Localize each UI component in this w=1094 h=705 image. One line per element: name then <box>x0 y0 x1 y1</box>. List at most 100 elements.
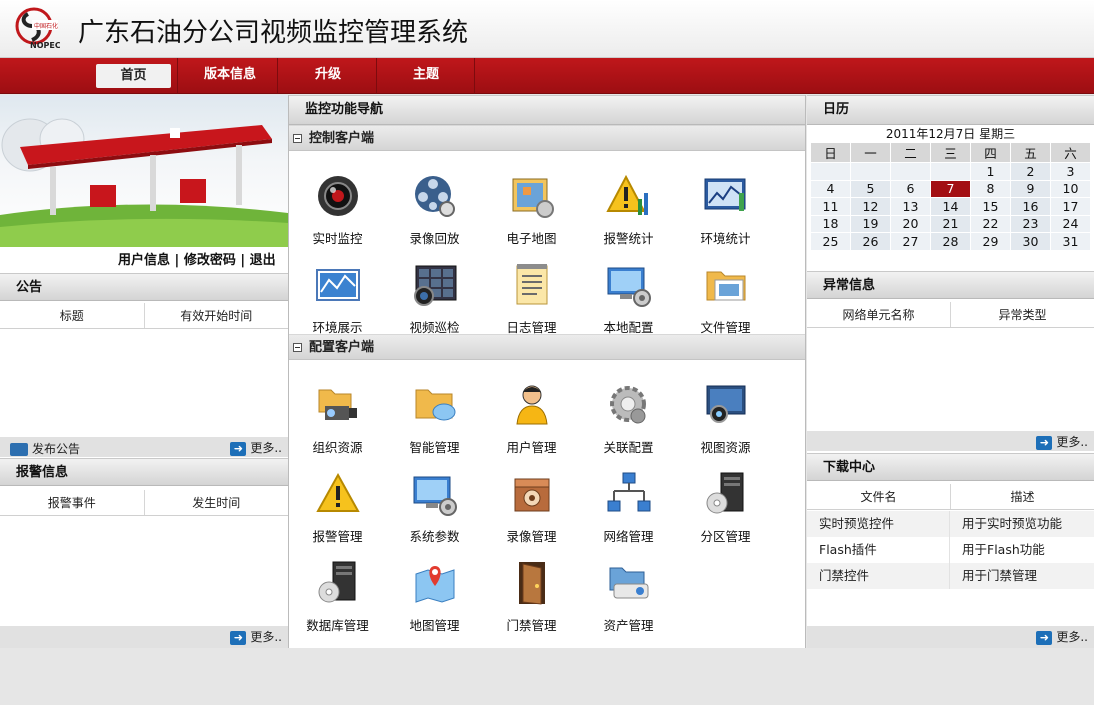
tile-env-stats[interactable]: 环境统计 <box>677 167 774 251</box>
calendar-grid: 日一二三四五六 1 2 3 4 5 6 7 8 9 10 11 12 13 14 15 16 17 18 19 20 2… <box>810 142 1091 251</box>
calendar-day[interactable]: 20 <box>890 214 931 233</box>
alarm-more-link[interactable]: ➜ 更多.. <box>230 628 282 645</box>
nav-version-info[interactable]: 版本信息 <box>183 58 278 94</box>
logout-link[interactable]: 退出 <box>250 253 276 268</box>
col-abnormal-type[interactable]: 异常类型 <box>951 302 1094 327</box>
col-occur-time[interactable]: 发生时间 <box>145 490 289 515</box>
weekday-header: 五 <box>1010 142 1051 163</box>
alarm-footer: ➜ 更多.. <box>0 626 288 648</box>
col-network-unit[interactable]: 网络单元名称 <box>807 302 951 327</box>
collapse-icon[interactable] <box>293 134 302 143</box>
tile-link-config[interactable]: 关联配置 <box>580 376 677 460</box>
collapse-icon[interactable] <box>293 343 302 352</box>
calendar-day[interactable]: 24 <box>1050 214 1091 233</box>
calendar-day[interactable]: 1 <box>970 162 1011 181</box>
tile-network-management[interactable]: 网络管理 <box>580 465 677 549</box>
calendar-day[interactable]: 19 <box>850 214 891 233</box>
calendar-day[interactable]: 8 <box>970 179 1011 198</box>
download-file-desc: 用于实时预览功能 <box>962 516 1063 531</box>
calendar-day[interactable]: 30 <box>1010 232 1051 251</box>
tile-system-params[interactable]: 系统参数 <box>386 465 483 549</box>
download-file-name[interactable]: 门禁控件 <box>807 563 950 589</box>
calendar-day[interactable]: 6 <box>890 179 931 198</box>
col-file-name[interactable]: 文件名 <box>807 484 951 509</box>
download-more-link[interactable]: ➜ 更多.. <box>1036 628 1088 645</box>
col-description[interactable]: 描述 <box>951 484 1094 509</box>
calendar-day[interactable]: 13 <box>890 197 931 216</box>
download-file-name[interactable]: Flash插件 <box>807 537 950 563</box>
calendar-day[interactable]: 18 <box>810 214 851 233</box>
calendar-day[interactable]: 23 <box>1010 214 1051 233</box>
tile-smart-management[interactable]: 智能管理 <box>386 376 483 460</box>
monitor-gear-icon <box>413 476 457 516</box>
calendar-day[interactable]: 16 <box>1010 197 1051 216</box>
calendar-day[interactable]: 11 <box>810 197 851 216</box>
film-box-icon <box>514 478 550 512</box>
calendar-today[interactable]: 7 <box>930 179 971 198</box>
notice-more-link[interactable]: ➜ 更多.. <box>230 439 282 456</box>
calendar-day[interactable]: 21 <box>930 214 971 233</box>
tile-org-resources[interactable]: 组织资源 <box>289 376 386 460</box>
calendar-day[interactable]: 25 <box>810 232 851 251</box>
tile-live-monitor[interactable]: 实时监控 <box>289 167 386 251</box>
calendar-day[interactable]: 4 <box>810 179 851 198</box>
weekday-header: 二 <box>890 142 931 163</box>
nav-home[interactable]: 首页 <box>90 58 178 94</box>
calendar-day[interactable]: 9 <box>1010 179 1051 198</box>
nav-upgrade[interactable]: 升级 <box>280 58 377 94</box>
calendar-day[interactable]: 28 <box>930 232 971 251</box>
col-start-time[interactable]: 有效开始时间 <box>145 303 289 328</box>
publish-notice-button[interactable]: 发布公告 <box>10 440 80 457</box>
nav-theme[interactable]: 主题 <box>378 58 475 94</box>
tile-database-management[interactable]: 数据库管理 <box>289 554 386 638</box>
download-file-name[interactable]: 实时预览控件 <box>807 511 950 537</box>
tile-file-management[interactable]: 文件管理 <box>677 256 774 340</box>
calendar-day[interactable]: 29 <box>970 232 1011 251</box>
control-client-section[interactable]: 控制客户端 <box>289 125 805 151</box>
calendar-day[interactable]: 12 <box>850 197 891 216</box>
calendar-day[interactable]: 14 <box>930 197 971 216</box>
download-row[interactable]: Flash插件 用于Flash功能 <box>807 537 1094 563</box>
publish-icon <box>10 443 28 456</box>
tile-alarm-management[interactable]: 报警管理 <box>289 465 386 549</box>
tile-playback[interactable]: 录像回放 <box>386 167 483 251</box>
tile-local-config[interactable]: 本地配置 <box>580 256 677 340</box>
tile-partition-management[interactable]: 分区管理 <box>677 465 774 549</box>
config-client-section[interactable]: 配置客户端 <box>289 334 805 360</box>
tile-alarm-stats[interactable]: 报警统计 <box>580 167 677 251</box>
tile-e-map[interactable]: 电子地图 <box>483 167 580 251</box>
calendar-day[interactable]: 3 <box>1050 162 1091 181</box>
tile-map-management[interactable]: 地图管理 <box>386 554 483 638</box>
calendar-day[interactable]: 26 <box>850 232 891 251</box>
tile-log-management[interactable]: 日志管理 <box>483 256 580 340</box>
tile-user-management[interactable]: 用户管理 <box>483 376 580 460</box>
tile-access-control[interactable]: 门禁管理 <box>483 554 580 638</box>
col-alarm-event[interactable]: 报警事件 <box>0 490 145 515</box>
separator: | <box>174 253 180 268</box>
map-pin-icon <box>415 566 455 603</box>
abnormal-more-link[interactable]: ➜ 更多.. <box>1036 433 1088 450</box>
col-title[interactable]: 标题 <box>0 303 145 328</box>
calendar-day[interactable]: 31 <box>1050 232 1091 251</box>
tile-view-resources[interactable]: 视图资源 <box>677 376 774 460</box>
download-row[interactable]: 门禁控件 用于门禁管理 <box>807 563 1094 589</box>
map-binder-icon <box>512 178 554 218</box>
user-info-link[interactable]: 用户信息 <box>118 253 170 268</box>
calendar-day[interactable]: 27 <box>890 232 931 251</box>
download-row[interactable]: 实时预览控件 用于实时预览功能 <box>807 511 1094 537</box>
calendar-day[interactable]: 5 <box>850 179 891 198</box>
calendar-title: 日历 <box>807 95 1094 125</box>
tile-env-display[interactable]: 环境展示 <box>289 256 386 340</box>
svg-text:NOPEC: NOPEC <box>30 41 60 50</box>
calendar-day[interactable]: 10 <box>1050 179 1091 198</box>
calendar-day[interactable]: 15 <box>970 197 1011 216</box>
tile-video-patrol[interactable]: 视频巡检 <box>386 256 483 340</box>
abnormal-footer: ➜ 更多.. <box>807 431 1094 451</box>
calendar-day[interactable]: 2 <box>1010 162 1051 181</box>
calendar-day[interactable]: 22 <box>970 214 1011 233</box>
tile-recording-management[interactable]: 录像管理 <box>483 465 580 549</box>
download-file-desc: 用于门禁管理 <box>962 568 1038 583</box>
change-password-link[interactable]: 修改密码 <box>184 253 236 268</box>
calendar-day[interactable]: 17 <box>1050 197 1091 216</box>
tile-asset-management[interactable]: 资产管理 <box>580 554 677 638</box>
